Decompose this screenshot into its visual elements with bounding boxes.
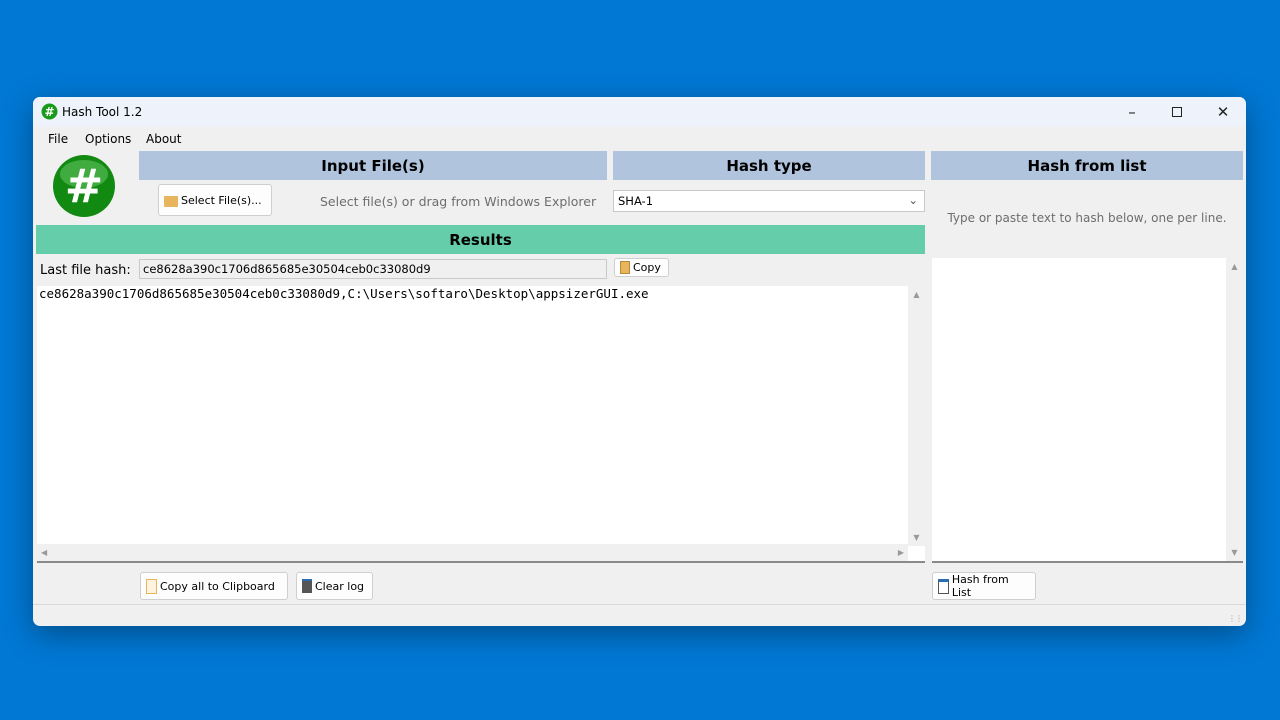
hash-type-value: SHA-1 [618, 194, 654, 208]
horizontal-scrollbar[interactable]: ◀ ▶ [37, 544, 908, 561]
hash-type-select[interactable]: SHA-1 ⌄ [613, 190, 925, 212]
status-bar-divider [33, 604, 1246, 605]
chevron-down-icon: ⌄ [908, 193, 918, 207]
hash-list-hint: Type or paste text to hash below, one pe… [947, 211, 1227, 225]
menu-file[interactable]: File [48, 132, 68, 146]
vertical-scrollbar[interactable]: ▲ ▼ [1226, 258, 1243, 561]
vertical-scrollbar[interactable]: ▲ ▼ [908, 286, 925, 546]
input-hint: Select file(s) or drag from Windows Expl… [320, 194, 597, 209]
close-icon: ✕ [1216, 103, 1230, 121]
results-header: Results [36, 225, 925, 254]
clipboard-icon [620, 261, 630, 274]
list-icon [938, 578, 949, 594]
scroll-up-icon: ▲ [913, 290, 920, 299]
minimize-icon: – [1128, 103, 1136, 121]
copy-button[interactable]: Copy [614, 258, 669, 277]
title-bar: # Hash Tool 1.2 – ✕ [33, 97, 1246, 127]
trash-icon [302, 579, 312, 593]
logo-icon: # [53, 155, 115, 217]
svg-text:#: # [65, 159, 104, 213]
hash-type-header: Hash type [613, 151, 925, 180]
copy-all-button[interactable]: Copy all to Clipboard [140, 572, 288, 600]
hash-from-list-header: Hash from list [931, 151, 1243, 180]
scroll-up-icon: ▲ [1231, 262, 1238, 271]
hash-from-list-button[interactable]: Hash from List [932, 572, 1036, 600]
close-button[interactable]: ✕ [1200, 97, 1246, 127]
log-line: ce8628a390c1706d865685e30504ceb0c33080d9… [39, 286, 649, 301]
window-title: Hash Tool 1.2 [62, 105, 143, 119]
last-hash-field[interactable]: ce8628a390c1706d865685e30504ceb0c33080d9 [139, 259, 607, 279]
results-log[interactable]: ce8628a390c1706d865685e30504ceb0c33080d9… [37, 286, 925, 563]
resize-grip-icon[interactable]: ⋮⋮ [1228, 614, 1243, 623]
app-window: # Hash Tool 1.2 – ✕ File Options About #… [33, 97, 1246, 626]
copy-all-label: Copy all to Clipboard [160, 579, 275, 593]
menu-options[interactable]: Options [85, 132, 131, 146]
svg-text:#: # [44, 105, 54, 119]
scroll-down-icon: ▼ [1231, 548, 1238, 557]
maximize-button[interactable] [1154, 97, 1200, 127]
clear-log-button[interactable]: Clear log [296, 572, 373, 600]
app-logo-icon: # [41, 103, 58, 120]
select-files-button[interactable]: Select File(s)... [158, 184, 272, 216]
clear-log-label: Clear log [315, 579, 365, 593]
maximize-icon [1172, 107, 1182, 117]
last-hash-label: Last file hash: [40, 263, 131, 278]
hash-from-list-label: Hash from List [951, 573, 1009, 599]
minimize-button[interactable]: – [1109, 97, 1155, 127]
folder-icon [164, 196, 178, 207]
clipboard-icon [146, 578, 157, 594]
scroll-right-icon: ▶ [897, 548, 904, 557]
scroll-down-icon: ▼ [913, 533, 920, 542]
select-files-label: Select File(s)... [181, 193, 262, 207]
menu-about[interactable]: About [146, 132, 181, 146]
copy-label: Copy [633, 261, 661, 274]
hash-list-input[interactable]: ▲ ▼ [932, 258, 1243, 563]
input-files-header: Input File(s) [139, 151, 607, 180]
scroll-left-icon: ◀ [41, 548, 48, 557]
